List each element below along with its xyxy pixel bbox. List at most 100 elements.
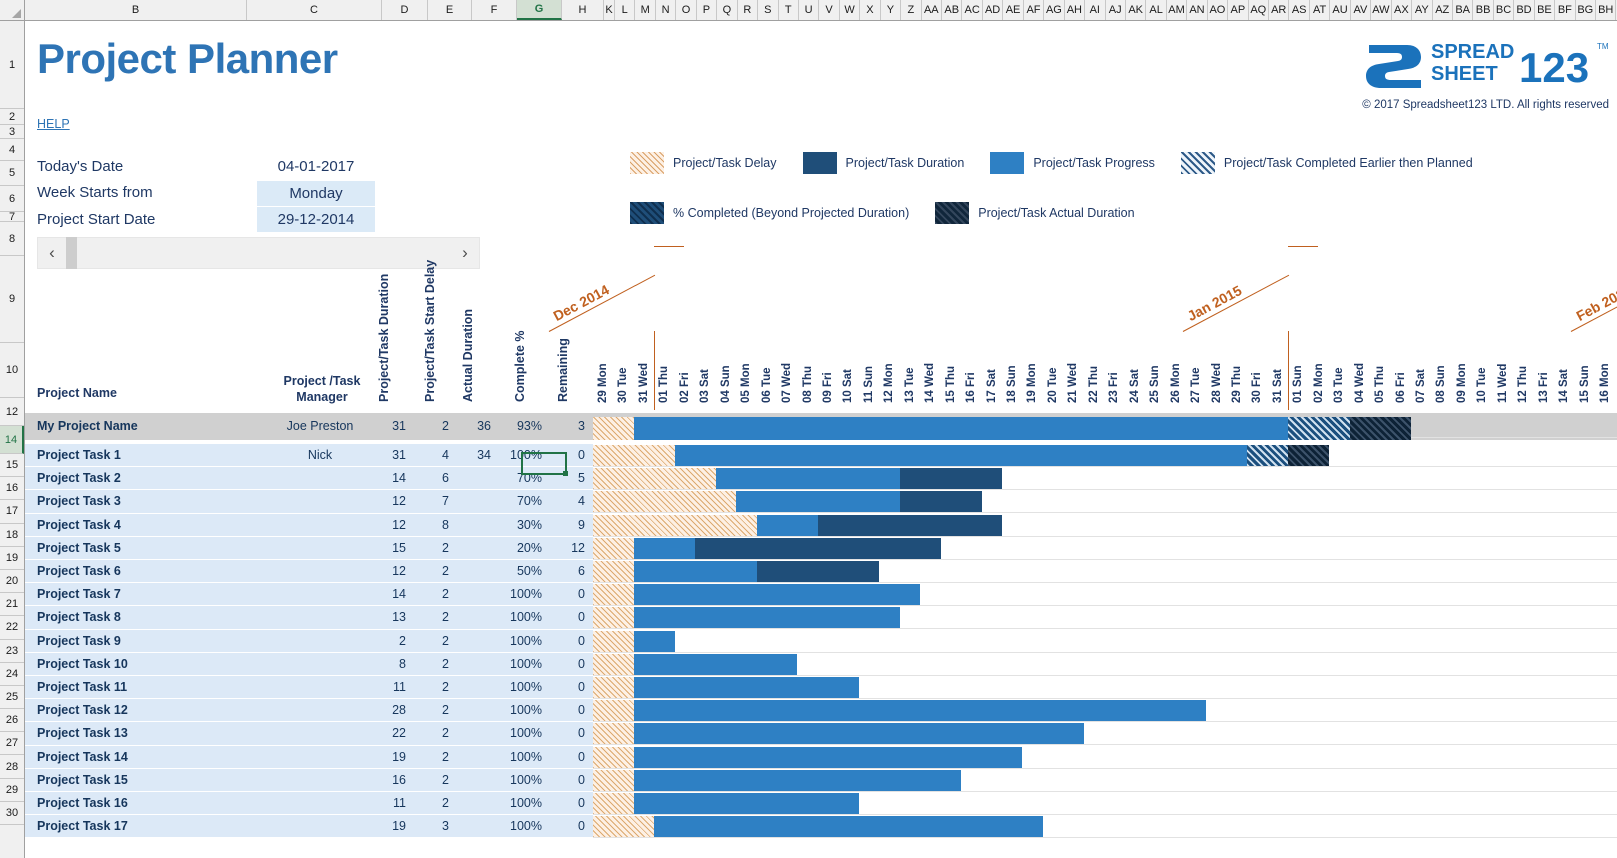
gantt-bar-progress[interactable] (633, 723, 1084, 745)
task-name[interactable]: Project Task 4 (37, 518, 121, 532)
task-name[interactable]: Project Task 10 (37, 657, 128, 671)
summary-remaining[interactable]: 3 (551, 419, 585, 433)
column-header-t[interactable]: T (778, 0, 799, 20)
column-header-bh[interactable]: BH (1596, 0, 1617, 20)
row-header-3[interactable]: 3 (0, 125, 24, 139)
task-complete[interactable]: 100% (508, 680, 542, 694)
gantt-bar-progress[interactable] (633, 417, 1289, 440)
column-header-f[interactable]: F (472, 0, 517, 20)
column-header-af[interactable]: AF (1023, 0, 1045, 20)
column-header-c[interactable]: C (247, 0, 382, 20)
column-header-w[interactable]: W (839, 0, 861, 20)
column-header-s[interactable]: S (758, 0, 779, 20)
row-header-19[interactable]: 19 (0, 546, 24, 570)
gantt-bar-progress[interactable] (633, 537, 696, 559)
task-actual-duration[interactable]: 34 (457, 448, 491, 462)
summary-manager[interactable]: Joe Preston (265, 419, 375, 433)
gantt-bar-progress[interactable] (633, 630, 675, 652)
task-duration[interactable]: 16 (372, 773, 406, 787)
task-start-delay[interactable]: 2 (415, 773, 449, 787)
column-header-x[interactable]: X (860, 0, 881, 20)
task-name[interactable]: Project Task 11 (37, 680, 127, 694)
column-header-ac[interactable]: AC (962, 0, 983, 20)
row-header-10[interactable]: 10 (0, 343, 24, 398)
row-header-9[interactable]: 9 (0, 256, 24, 343)
gantt-bar-progress[interactable] (633, 700, 1207, 722)
task-remaining[interactable]: 0 (551, 657, 585, 671)
column-header-bg[interactable]: BG (1575, 0, 1596, 20)
task-start-delay[interactable]: 2 (415, 680, 449, 694)
task-complete[interactable]: 100% (508, 819, 542, 833)
column-header-u[interactable]: U (798, 0, 820, 20)
task-start-delay[interactable]: 8 (415, 518, 449, 532)
task-remaining[interactable]: 9 (551, 518, 585, 532)
task-complete[interactable]: 100% (508, 448, 542, 462)
task-complete[interactable]: 50% (508, 564, 542, 578)
gantt-bar-progress[interactable] (736, 491, 900, 513)
task-duration[interactable]: 12 (372, 564, 406, 578)
task-remaining[interactable]: 0 (551, 750, 585, 764)
task-remaining[interactable]: 0 (551, 703, 585, 717)
project-start-date-value[interactable]: 29-12-2014 (257, 207, 375, 232)
gantt-bar-delay[interactable] (593, 491, 737, 513)
task-start-delay[interactable]: 2 (415, 587, 449, 601)
gantt-bar-delay[interactable] (593, 700, 634, 722)
column-header-av[interactable]: AV (1350, 0, 1372, 20)
gantt-bar-delay[interactable] (593, 653, 634, 675)
gantt-bar-duration[interactable] (756, 561, 880, 582)
summary-duration[interactable]: 31 (372, 419, 406, 433)
task-name[interactable]: Project Task 8 (37, 610, 121, 624)
task-duration[interactable]: 19 (372, 819, 406, 833)
task-remaining[interactable]: 0 (551, 773, 585, 787)
gantt-bar-actual-duration[interactable] (1288, 445, 1330, 466)
column-header-be[interactable]: BE (1534, 0, 1556, 20)
gantt-bar-completed-earlier[interactable] (1288, 417, 1350, 440)
row-header-21[interactable]: 21 (0, 593, 24, 617)
task-remaining[interactable]: 0 (551, 634, 585, 648)
column-header-ai[interactable]: AI (1085, 0, 1106, 20)
column-header-r[interactable]: R (737, 0, 759, 20)
summary-project-name[interactable]: My Project Name (37, 419, 138, 433)
row-header-7[interactable]: 7 (0, 211, 24, 223)
scrollbar-thumb[interactable] (66, 237, 77, 269)
task-name[interactable]: Project Task 14 (37, 750, 128, 764)
task-name[interactable]: Project Task 6 (37, 564, 121, 578)
task-start-delay[interactable]: 7 (415, 494, 449, 508)
task-name[interactable]: Project Task 2 (37, 471, 121, 485)
column-header-am[interactable]: AM (1166, 0, 1188, 20)
column-header-ax[interactable]: AX (1391, 0, 1413, 20)
gantt-bar-delay[interactable] (593, 793, 634, 814)
column-header-h[interactable]: H (562, 0, 604, 20)
task-start-delay[interactable]: 3 (415, 819, 449, 833)
row-header-27[interactable]: 27 (0, 732, 24, 756)
task-complete[interactable]: 70% (508, 471, 542, 485)
task-name[interactable]: Project Task 7 (37, 587, 121, 601)
task-complete[interactable]: 100% (508, 610, 542, 624)
gantt-bar-progress[interactable] (633, 677, 859, 698)
column-header-g[interactable]: G (517, 0, 562, 20)
gantt-bar-progress[interactable] (654, 816, 1043, 838)
task-duration[interactable]: 11 (372, 796, 406, 810)
column-header-ba[interactable]: BA (1452, 0, 1474, 20)
column-header-aq[interactable]: AQ (1248, 0, 1269, 20)
summary-start-delay[interactable]: 2 (415, 419, 449, 433)
task-remaining[interactable]: 5 (551, 471, 585, 485)
row-header-12[interactable]: 12 (0, 398, 24, 426)
task-duration[interactable]: 31 (372, 448, 406, 462)
task-duration[interactable]: 15 (372, 541, 406, 555)
task-duration[interactable]: 8 (372, 657, 406, 671)
gantt-bar-progress[interactable] (633, 793, 859, 814)
task-name[interactable]: Project Task 1 (37, 448, 121, 462)
gantt-bar-delay[interactable] (593, 769, 634, 791)
column-header-az[interactable]: AZ (1432, 0, 1453, 20)
row-header-5[interactable]: 5 (0, 161, 24, 186)
scroll-left-arrow-icon[interactable]: ‹ (38, 243, 66, 263)
task-complete[interactable]: 100% (508, 587, 542, 601)
task-complete[interactable]: 100% (508, 703, 542, 717)
gantt-bar-delay[interactable] (593, 445, 675, 466)
column-header-e[interactable]: E (428, 0, 472, 20)
row-header-30[interactable]: 30 (0, 801, 24, 825)
task-duration[interactable]: 14 (372, 471, 406, 485)
task-start-delay[interactable]: 2 (415, 564, 449, 578)
row-header-6[interactable]: 6 (0, 186, 24, 212)
